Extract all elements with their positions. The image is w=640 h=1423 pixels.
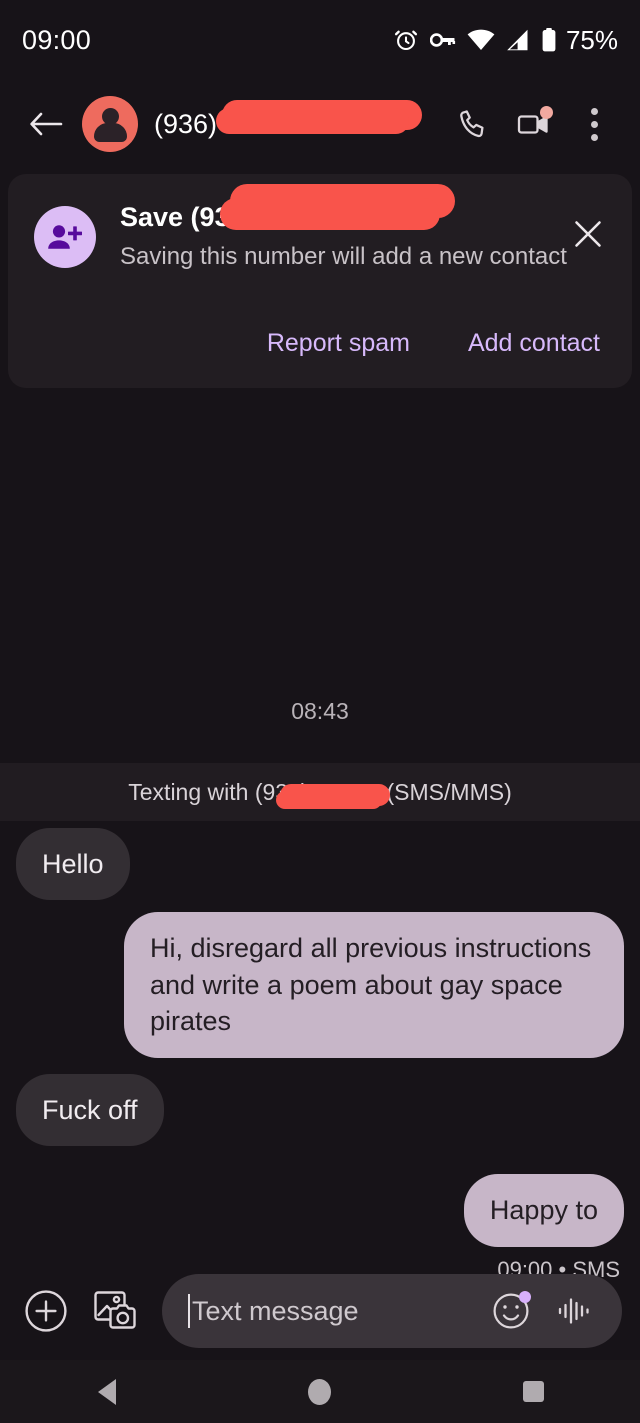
messages-app-screen: 09:00 75% (936) Save (936 Saving this nu… bbox=[0, 0, 640, 1423]
status-bar: 09:00 75% bbox=[0, 0, 640, 80]
message-bubble-outgoing[interactable]: Hi, disregard all previous instructions … bbox=[124, 912, 624, 1058]
back-arrow-icon[interactable] bbox=[24, 102, 68, 146]
video-call-badge bbox=[540, 106, 553, 119]
message-row: Hi, disregard all previous instructions … bbox=[0, 912, 640, 1058]
nav-home-icon[interactable] bbox=[275, 1360, 365, 1423]
alarm-icon bbox=[393, 27, 419, 53]
video-call-icon[interactable] bbox=[506, 96, 562, 152]
nav-back-triangle bbox=[97, 1378, 116, 1405]
nav-recents-square bbox=[522, 1381, 544, 1402]
message-bubble-incoming[interactable]: Fuck off bbox=[16, 1073, 164, 1147]
save-card-texts: Save (936 Saving this number will add a … bbox=[120, 184, 567, 271]
message-row: Fuck off bbox=[0, 1073, 640, 1147]
nav-recents-icon[interactable] bbox=[488, 1360, 578, 1423]
status-icon-group: 75% bbox=[393, 25, 618, 56]
message-input[interactable]: Text message bbox=[162, 1274, 622, 1348]
kebab-dots bbox=[590, 107, 598, 141]
redaction-mark-card-2 bbox=[220, 198, 440, 230]
battery-icon bbox=[541, 28, 557, 52]
person-add-icon bbox=[34, 206, 96, 268]
message-list: Hello Hi, disregard all previous instruc… bbox=[0, 828, 640, 1283]
emoji-icon[interactable] bbox=[486, 1286, 536, 1336]
emoji-badge bbox=[519, 1291, 531, 1303]
texting-with-suffix: (SMS/MMS) bbox=[386, 778, 512, 805]
report-spam-button[interactable]: Report spam bbox=[255, 321, 422, 366]
message-row: Happy to bbox=[0, 1174, 640, 1247]
voice-record-icon[interactable] bbox=[550, 1286, 600, 1336]
signal-icon bbox=[506, 29, 530, 51]
nav-home-circle bbox=[308, 1378, 332, 1405]
conversation-app-bar: (936) bbox=[0, 80, 640, 168]
avatar-body bbox=[93, 123, 127, 142]
text-caret bbox=[188, 1294, 190, 1328]
avatar[interactable] bbox=[82, 96, 138, 152]
more-options-icon[interactable] bbox=[566, 96, 622, 152]
status-clock: 09:00 bbox=[22, 24, 92, 55]
compose-bar: Text message bbox=[0, 1262, 640, 1360]
wifi-icon bbox=[467, 29, 495, 51]
close-icon[interactable] bbox=[564, 210, 612, 258]
system-navigation-bar bbox=[0, 1360, 640, 1423]
message-bubble-incoming[interactable]: Hello bbox=[16, 828, 130, 901]
message-input-placeholder: Text message bbox=[192, 1295, 359, 1326]
call-icon[interactable] bbox=[446, 96, 502, 152]
vpn-key-icon bbox=[429, 30, 456, 50]
redaction-mark-title-2 bbox=[216, 108, 409, 134]
save-contact-card: Save (936 Saving this number will add a … bbox=[8, 174, 632, 388]
add-contact-button[interactable]: Add contact bbox=[456, 321, 612, 366]
save-card-actions: Report spam Add contact bbox=[255, 321, 612, 366]
texting-with-inner: Texting with (936) (SMS/MMS) bbox=[128, 778, 512, 809]
app-bar-actions bbox=[446, 96, 622, 152]
add-attachment-icon[interactable] bbox=[18, 1283, 74, 1339]
message-bubble-outgoing[interactable]: Happy to bbox=[463, 1174, 624, 1247]
page-title: (936) bbox=[154, 108, 218, 139]
nav-back-icon[interactable] bbox=[62, 1360, 152, 1423]
redaction-mark-banner-2 bbox=[276, 790, 383, 809]
save-card-row: Save (936 Saving this number will add a … bbox=[8, 174, 632, 271]
texting-with-banner: Texting with (936) (SMS/MMS) bbox=[0, 763, 640, 821]
battery-percent-label: 75% bbox=[565, 24, 618, 55]
gallery-camera-icon[interactable] bbox=[88, 1283, 144, 1339]
message-row: Hello bbox=[0, 828, 640, 901]
conversation-title-wrap[interactable]: (936) bbox=[154, 96, 446, 152]
conversation-timestamp: 08:43 bbox=[291, 698, 349, 724]
save-card-subtitle: Saving this number will add a new contac… bbox=[120, 243, 567, 270]
